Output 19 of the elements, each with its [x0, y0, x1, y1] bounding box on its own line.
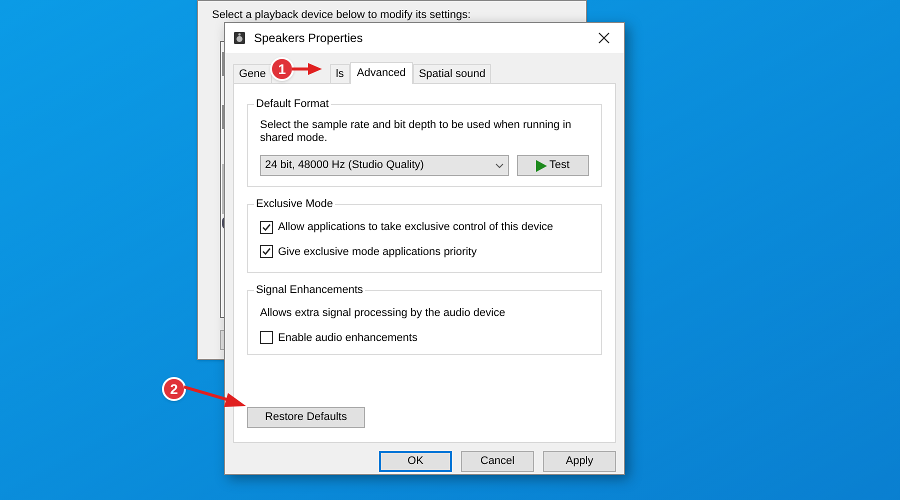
checkbox-label: Give exclusive mode applications priority — [278, 244, 477, 260]
tab[interactable]: Spatial sound — [412, 64, 492, 83]
dialog-button[interactable]: OK — [379, 451, 452, 472]
checkbox-label: Allow applications to take exclusive control of this device — [278, 220, 554, 235]
dialog-button[interactable]: Cancel — [461, 451, 534, 472]
tab[interactable]: ls — [330, 64, 350, 83]
checkbox-label: Enable audio enhancements — [278, 330, 418, 346]
restore-defaults-button[interactable]: Restore Defaults — [247, 406, 365, 428]
tab[interactable]: Advanced — [350, 62, 413, 84]
test-button[interactable]: Test — [516, 155, 589, 176]
group-heading: Signal Enhancements — [254, 283, 366, 297]
step-badge: 2 — [162, 377, 186, 401]
window-title: Speakers Properties — [254, 30, 364, 47]
dialog-button[interactable]: Apply — [543, 451, 616, 472]
format-dropdown[interactable]: 24 bit, 48000 Hz (Studio Quality) — [260, 155, 509, 176]
format-description: Select the sample rate and bit depth to be used when running in shared mode. — [260, 119, 572, 145]
tab[interactable]: Gene — [233, 64, 272, 83]
instruction-text: Select a playback device below to modify its settings: — [212, 9, 472, 21]
enhancements-description: Allows extra signal processing by the audio device — [260, 306, 506, 321]
